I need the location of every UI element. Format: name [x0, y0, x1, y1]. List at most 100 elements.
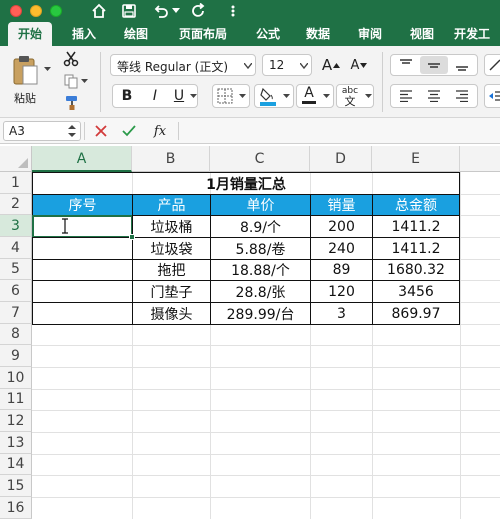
format-painter-icon[interactable]: [62, 94, 80, 112]
row-header-4[interactable]: 4: [0, 237, 32, 259]
table-cell[interactable]: 垃圾桶: [132, 215, 211, 238]
align-center-icon[interactable]: [420, 87, 448, 105]
column-header-e[interactable]: E: [372, 146, 460, 172]
table-cell-a3[interactable]: [32, 215, 133, 238]
table-cell[interactable]: 289.99/台: [210, 302, 311, 325]
copy-icon[interactable]: [62, 72, 80, 90]
sheet-title-cell[interactable]: 1月销量汇总: [32, 172, 460, 195]
font-name-select[interactable]: 等线 Regular (正文): [110, 54, 256, 76]
font-size-select[interactable]: 12: [262, 54, 312, 76]
table-cell[interactable]: 垃圾袋: [132, 237, 211, 260]
select-all-button[interactable]: [0, 146, 32, 172]
row-header-8[interactable]: 8: [0, 324, 32, 345]
table-cell[interactable]: 3: [310, 302, 373, 325]
row-header-9[interactable]: 9: [0, 345, 32, 367]
table-cell[interactable]: 200: [310, 215, 373, 238]
align-left-icon[interactable]: [392, 87, 420, 105]
column-header-b[interactable]: B: [132, 146, 210, 172]
row-header-11[interactable]: 11: [0, 389, 32, 410]
fill-handle[interactable]: [129, 234, 135, 240]
tab-insert[interactable]: 插入: [64, 22, 104, 46]
tab-home[interactable]: 开始: [8, 22, 52, 46]
row-header-10[interactable]: 10: [0, 367, 32, 389]
close-window-button[interactable]: [10, 5, 22, 17]
column-header-a[interactable]: A: [32, 146, 132, 172]
tab-review[interactable]: 审阅: [350, 22, 390, 46]
align-bottom-icon[interactable]: [448, 56, 476, 74]
paste-icon[interactable]: [8, 52, 42, 88]
underline-button[interactable]: U: [168, 86, 190, 106]
name-box-stepper-icon[interactable]: [66, 123, 78, 139]
cut-icon[interactable]: [62, 50, 80, 68]
table-cell[interactable]: 89: [310, 259, 373, 281]
align-top-icon[interactable]: [392, 56, 420, 74]
table-cell[interactable]: [32, 302, 133, 325]
tab-developer[interactable]: 开发工: [454, 22, 500, 46]
tab-data[interactable]: 数据: [298, 22, 338, 46]
italic-button[interactable]: I: [142, 86, 168, 106]
tab-view[interactable]: 视图: [402, 22, 442, 46]
header-cell-total[interactable]: 总金额: [372, 194, 460, 216]
undo-icon[interactable]: [150, 0, 172, 22]
insert-function-button[interactable]: fx: [148, 121, 172, 141]
row-header-12[interactable]: 12: [0, 410, 32, 432]
underline-dropdown-icon[interactable]: [189, 92, 197, 100]
align-right-icon[interactable]: [448, 87, 476, 105]
column-header-f[interactable]: [460, 146, 500, 172]
row-header-3[interactable]: 3: [0, 215, 32, 237]
shrink-font-button[interactable]: A: [346, 54, 372, 76]
redo-icon[interactable]: [188, 0, 210, 22]
header-cell-price[interactable]: 单价: [210, 194, 311, 216]
home-icon[interactable]: [88, 0, 110, 22]
indent-button[interactable]: [484, 84, 500, 108]
row-header-13[interactable]: 13: [0, 432, 32, 454]
tab-draw[interactable]: 绘图: [116, 22, 156, 46]
table-cell[interactable]: 8.9/个: [210, 215, 311, 238]
row-header-2[interactable]: 2: [0, 194, 32, 215]
font-color-button[interactable]: A: [296, 84, 334, 108]
zoom-window-button[interactable]: [50, 5, 62, 17]
header-cell-quantity[interactable]: 销量: [310, 194, 373, 216]
phonetic-button[interactable]: abc 文: [336, 84, 374, 108]
table-cell[interactable]: 28.8/张: [210, 280, 311, 303]
table-cell[interactable]: 5.88/卷: [210, 237, 311, 260]
table-cell[interactable]: 120: [310, 280, 373, 303]
table-cell[interactable]: 240: [310, 237, 373, 260]
table-cell[interactable]: 1411.2: [372, 237, 460, 260]
column-header-c[interactable]: C: [210, 146, 310, 172]
orientation-button[interactable]: [484, 54, 500, 76]
row-header-1[interactable]: 1: [0, 172, 32, 194]
header-cell-product[interactable]: 产品: [132, 194, 211, 216]
table-cell[interactable]: 摄像头: [132, 302, 211, 325]
table-cell[interactable]: [32, 259, 133, 281]
table-cell[interactable]: 18.88/个: [210, 259, 311, 281]
table-cell[interactable]: [32, 237, 133, 260]
row-header-15[interactable]: 15: [0, 475, 32, 497]
tab-formulas[interactable]: 公式: [248, 22, 288, 46]
table-cell[interactable]: [32, 280, 133, 303]
grow-font-button[interactable]: A: [318, 54, 344, 76]
table-cell[interactable]: 门垫子: [132, 280, 211, 303]
table-cell[interactable]: 1680.32: [372, 259, 460, 281]
table-cell[interactable]: 拖把: [132, 259, 211, 281]
bold-button[interactable]: B: [114, 86, 140, 106]
confirm-icon[interactable]: [120, 122, 138, 140]
save-icon[interactable]: [118, 0, 140, 22]
align-middle-icon[interactable]: [420, 56, 448, 74]
fill-color-button[interactable]: [254, 84, 294, 108]
row-header-7[interactable]: 7: [0, 302, 32, 324]
cancel-icon[interactable]: [92, 122, 110, 140]
minimize-window-button[interactable]: [30, 5, 42, 17]
borders-button[interactable]: [212, 84, 250, 108]
more-icon[interactable]: [222, 0, 244, 22]
row-header-14[interactable]: 14: [0, 454, 32, 475]
row-header-6[interactable]: 6: [0, 280, 32, 302]
copy-dropdown-icon[interactable]: [80, 76, 88, 86]
paste-dropdown-icon[interactable]: [42, 64, 52, 74]
undo-dropdown-icon[interactable]: [170, 0, 182, 22]
formula-input[interactable]: [184, 121, 496, 141]
row-header-16[interactable]: 16: [0, 497, 32, 519]
column-header-d[interactable]: D: [310, 146, 372, 172]
tab-page-layout[interactable]: 页面布局: [170, 22, 236, 46]
table-cell[interactable]: 1411.2: [372, 215, 460, 238]
